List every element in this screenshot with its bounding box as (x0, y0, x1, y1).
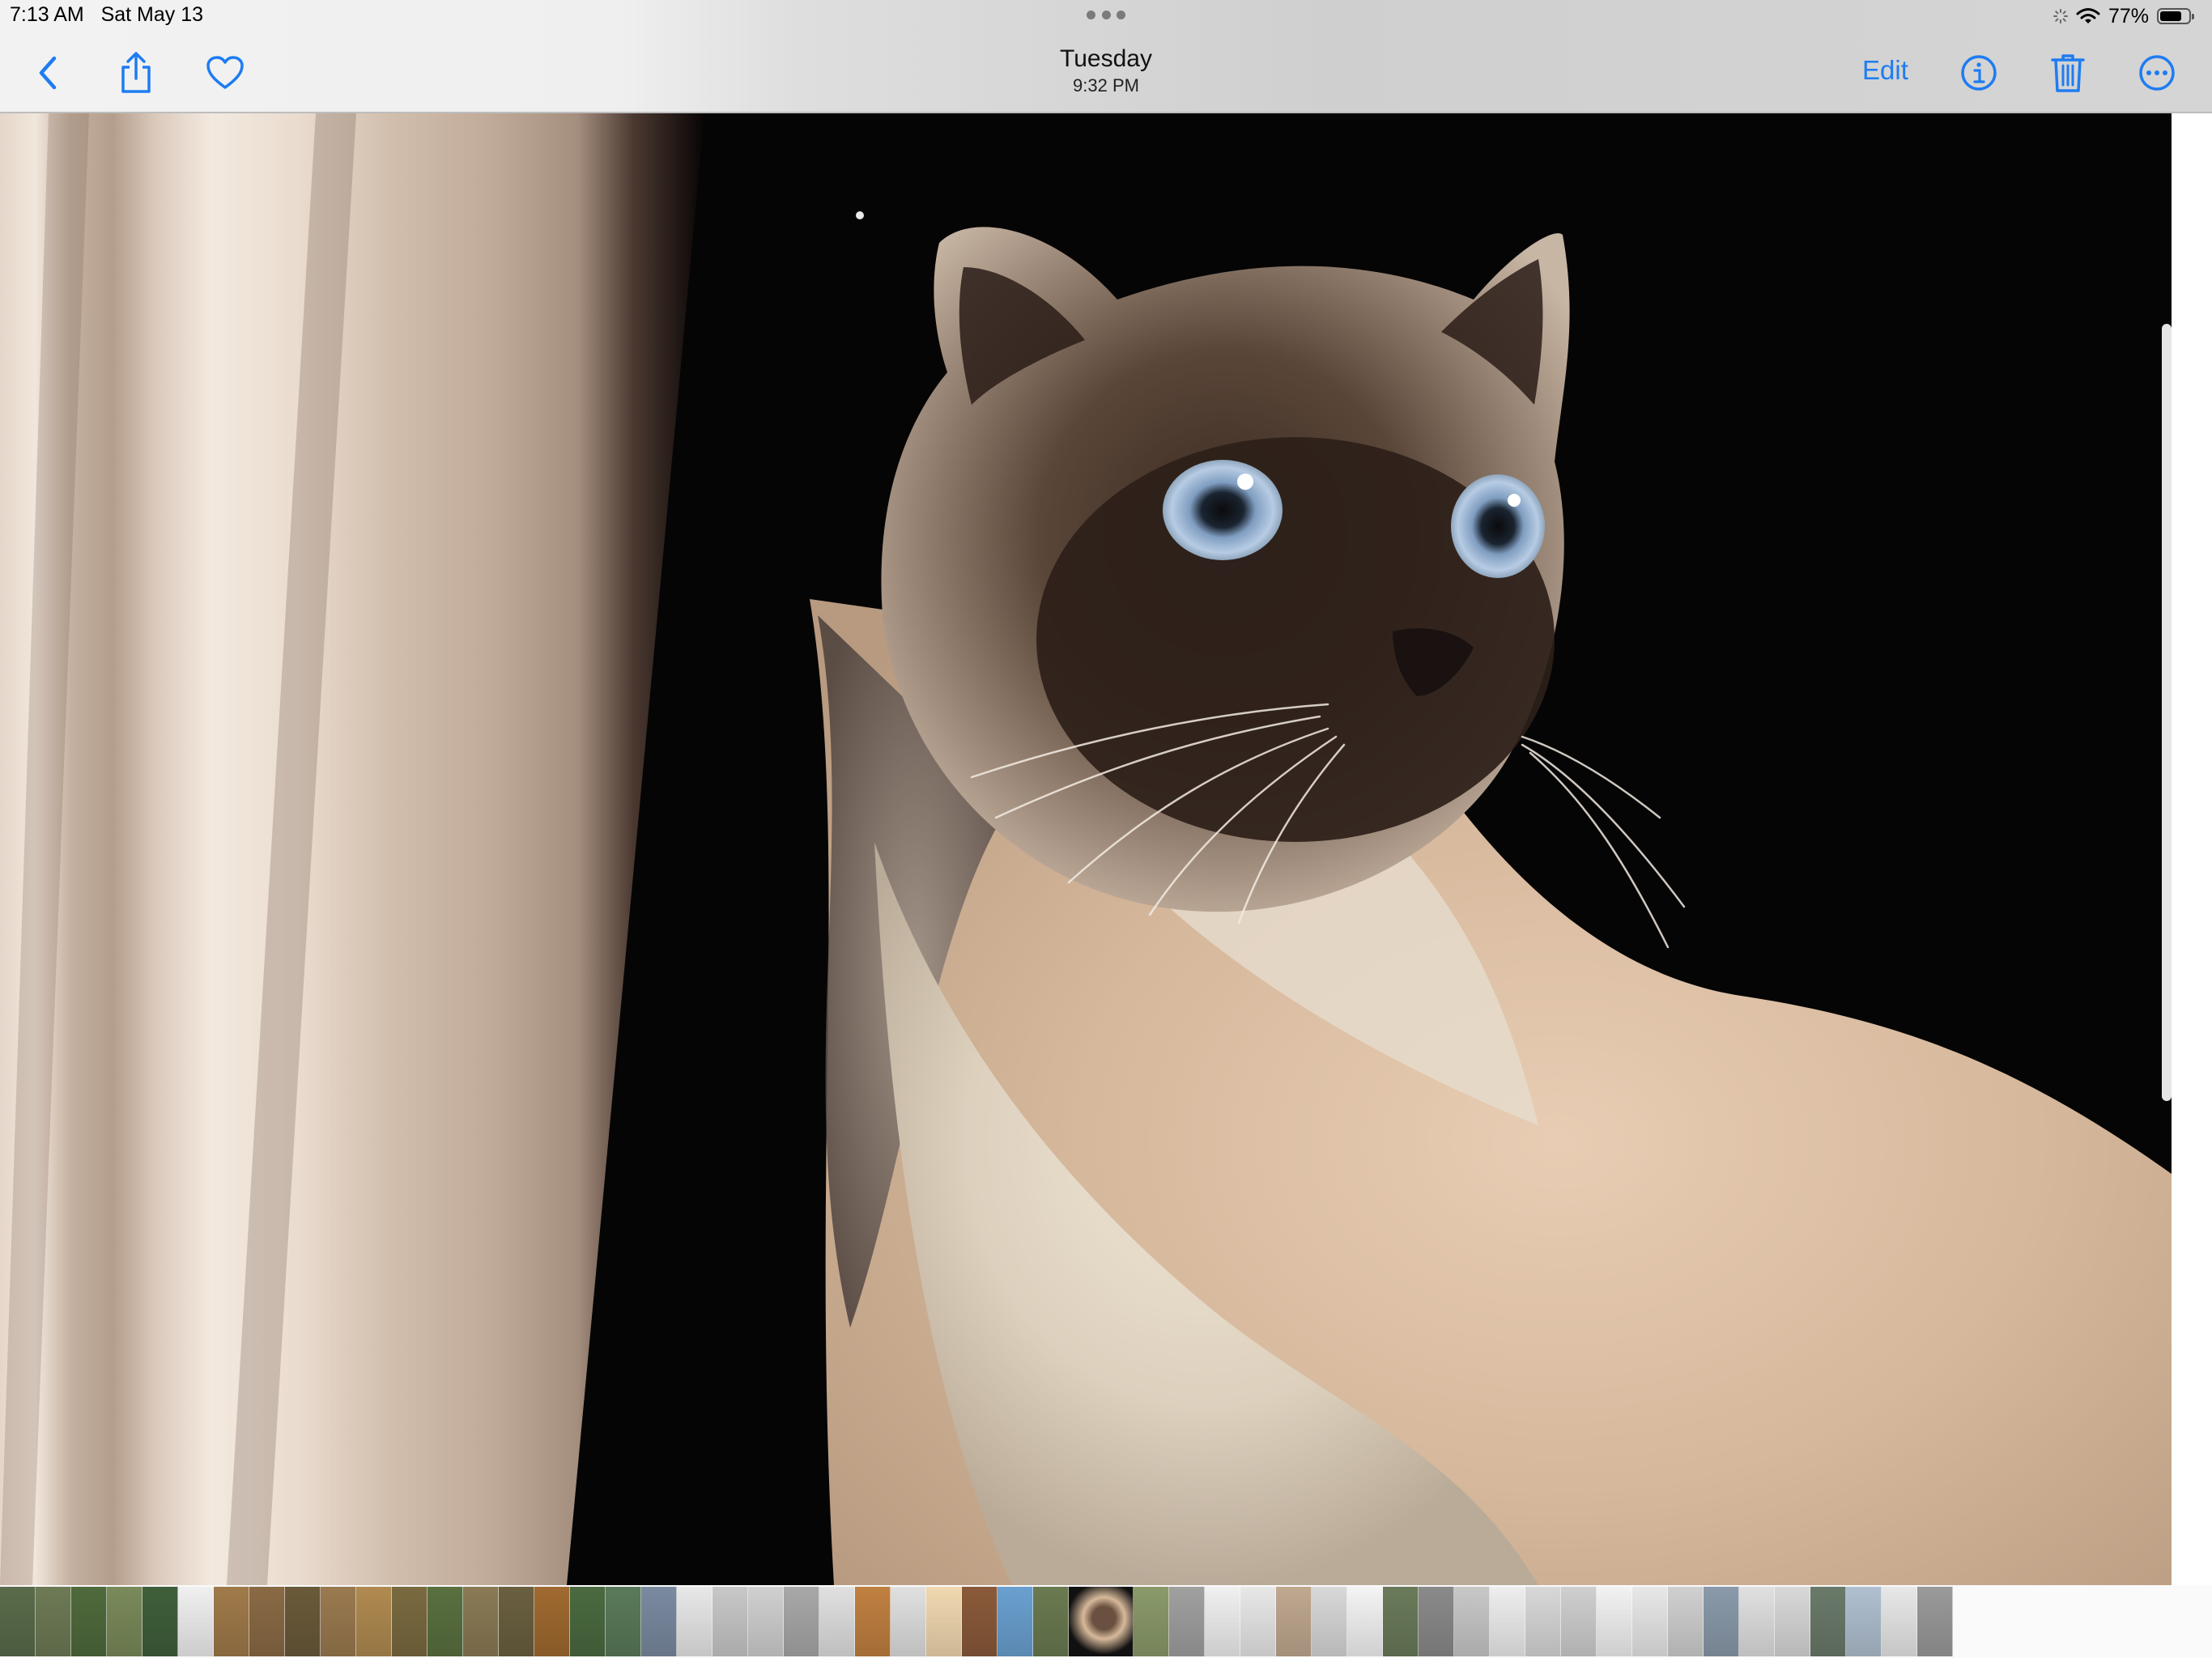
filmstrip-thumbnail[interactable] (214, 1587, 249, 1656)
filmstrip-thumbnail[interactable] (1917, 1587, 1953, 1656)
filmstrip-thumbnail[interactable] (1882, 1587, 1917, 1656)
filmstrip-thumbnail[interactable] (321, 1587, 356, 1656)
filmstrip-thumbnail[interactable] (748, 1587, 784, 1656)
back-button[interactable] (24, 49, 73, 97)
multitasking-handle[interactable] (1087, 8, 1125, 21)
trash-icon (2051, 54, 2085, 92)
status-time: 7:13 AM (10, 3, 84, 26)
filmstrip-thumbnail[interactable] (1347, 1587, 1383, 1656)
filmstrip-thumbnail[interactable] (784, 1587, 819, 1656)
filmstrip-thumbnail[interactable] (1033, 1587, 1069, 1656)
edit-button[interactable]: Edit (1862, 55, 1908, 86)
filmstrip-thumbnail[interactable] (71, 1587, 107, 1656)
filmstrip-thumbnail[interactable] (534, 1587, 570, 1656)
filmstrip-thumbnail[interactable] (107, 1587, 143, 1656)
battery-level (2160, 11, 2182, 21)
filmstrip-thumbnail[interactable] (143, 1587, 178, 1656)
share-button[interactable] (112, 49, 160, 97)
filmstrip-thumbnail[interactable] (713, 1587, 748, 1656)
filmstrip-thumbnails (0, 1587, 1953, 1656)
delete-button[interactable] (2044, 49, 2092, 97)
filmstrip-thumbnail[interactable] (1739, 1587, 1775, 1656)
photo-viewer[interactable] (0, 113, 2172, 1585)
filmstrip-thumbnail[interactable] (677, 1587, 713, 1656)
filmstrip-thumbnail[interactable] (891, 1587, 926, 1656)
filmstrip-thumbnail[interactable] (1454, 1587, 1490, 1656)
filmstrip-thumbnail[interactable] (855, 1587, 891, 1656)
filmstrip-thumbnail[interactable] (285, 1587, 321, 1656)
filmstrip-thumbnail[interactable] (962, 1587, 998, 1656)
filmstrip-thumbnail[interactable] (1561, 1587, 1597, 1656)
heart-icon (206, 56, 244, 89)
filmstrip-thumbnail[interactable] (1704, 1587, 1739, 1656)
filmstrip-thumbnail[interactable] (499, 1587, 534, 1656)
status-bar: 7:13 AM Sat May 13 77% (0, 0, 2212, 32)
filmstrip-thumbnail[interactable] (1632, 1587, 1668, 1656)
ellipsis-circle-icon (2139, 55, 2175, 91)
photo-filmstrip[interactable] (0, 1585, 2212, 1658)
battery-icon (2157, 8, 2194, 24)
scroll-indicator[interactable] (2162, 324, 2172, 1101)
filmstrip-thumbnail[interactable] (1312, 1587, 1347, 1656)
filmstrip-thumbnail[interactable] (1525, 1587, 1561, 1656)
filmstrip-thumbnail[interactable] (1134, 1587, 1169, 1656)
filmstrip-thumbnail[interactable] (570, 1587, 606, 1656)
share-icon (121, 52, 151, 93)
filmstrip-thumbnail[interactable] (998, 1587, 1033, 1656)
filmstrip-thumbnail[interactable] (356, 1587, 392, 1656)
status-time-date: 7:13 AM Sat May 13 (10, 3, 203, 27)
filmstrip-thumbnail[interactable] (1846, 1587, 1882, 1656)
filmstrip-thumbnail[interactable] (926, 1587, 962, 1656)
filmstrip-thumbnail[interactable] (819, 1587, 855, 1656)
info-icon (1961, 55, 1997, 91)
filmstrip-thumbnail[interactable] (1240, 1587, 1276, 1656)
cat-photo (0, 113, 2172, 1585)
filmstrip-thumbnail[interactable] (1276, 1587, 1312, 1656)
filmstrip-thumbnail[interactable] (1205, 1587, 1240, 1656)
filmstrip-thumbnail[interactable] (1775, 1587, 1810, 1656)
filmstrip-thumbnail[interactable] (0, 1587, 36, 1656)
filmstrip-thumbnail[interactable] (1383, 1587, 1419, 1656)
filmstrip-thumbnail[interactable] (1490, 1587, 1525, 1656)
filmstrip-thumbnail[interactable] (178, 1587, 214, 1656)
status-indicators: 77% (2052, 3, 2194, 29)
filmstrip-current-thumbnail[interactable] (1069, 1587, 1134, 1656)
favorite-button[interactable] (201, 49, 249, 97)
filmstrip-thumbnail[interactable] (463, 1587, 499, 1656)
wifi-icon (2076, 8, 2100, 23)
info-button[interactable] (1955, 49, 2003, 97)
filmstrip-thumbnail[interactable] (392, 1587, 428, 1656)
filmstrip-thumbnail[interactable] (428, 1587, 463, 1656)
filmstrip-thumbnail[interactable] (1597, 1587, 1632, 1656)
filmstrip-thumbnail[interactable] (1810, 1587, 1846, 1656)
more-button[interactable] (2133, 49, 2181, 97)
filmstrip-thumbnail[interactable] (36, 1587, 71, 1656)
filmstrip-thumbnail[interactable] (1668, 1587, 1704, 1656)
filmstrip-thumbnail[interactable] (606, 1587, 641, 1656)
filmstrip-thumbnail[interactable] (641, 1587, 677, 1656)
status-date: Sat May 13 (100, 3, 204, 26)
activity-spinner-icon (2052, 9, 2068, 23)
chevron-left-icon (39, 56, 57, 90)
filmstrip-thumbnail[interactable] (249, 1587, 285, 1656)
filmstrip-thumbnail[interactable] (1169, 1587, 1205, 1656)
filmstrip-thumbnail[interactable] (1419, 1587, 1454, 1656)
battery-percentage: 77% (2108, 4, 2149, 28)
